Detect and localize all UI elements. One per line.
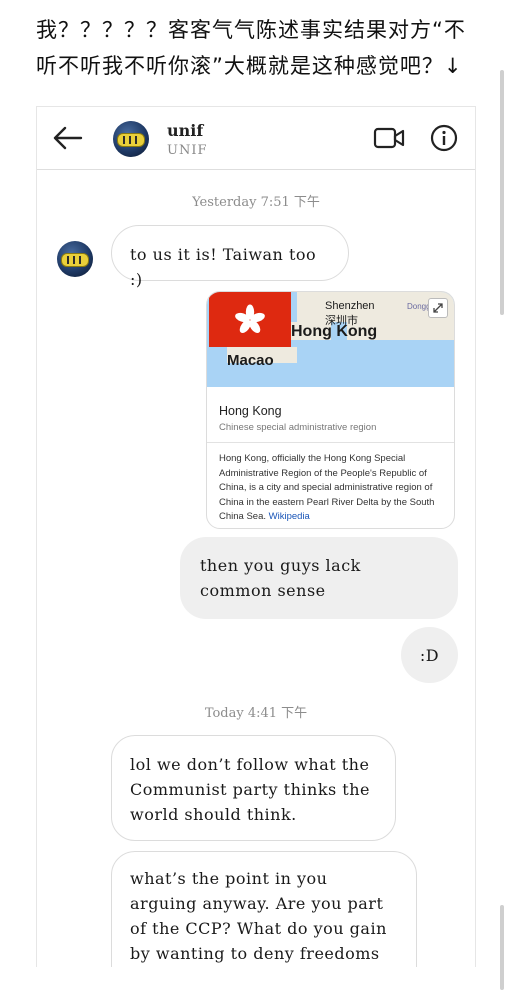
- page-scrollbar[interactable]: [500, 70, 504, 315]
- outgoing-message[interactable]: :D: [401, 627, 458, 683]
- page-scrollbar-lower[interactable]: [500, 905, 504, 990]
- wikipedia-link[interactable]: Wikipedia: [269, 511, 310, 522]
- incoming-message[interactable]: what’s the point in you arguing anyway. …: [111, 851, 417, 967]
- divider: [207, 442, 454, 443]
- map-label-shenzhen: Shenzhen: [325, 300, 375, 312]
- timestamp: Today 4:41 下午: [204, 706, 308, 721]
- sender-avatar[interactable]: [57, 241, 93, 277]
- chat-user-handle: UNIF: [167, 143, 208, 158]
- card-title[interactable]: Hong Kong: [219, 404, 282, 418]
- arrow-left-icon[interactable]: [51, 121, 85, 155]
- expand-map-icon[interactable]: [428, 298, 448, 318]
- map-preview: Shenzhen 深圳市 Dongg Hong Kong Macao: [207, 292, 454, 387]
- video-call-icon[interactable]: [373, 125, 405, 151]
- shared-link-card[interactable]: Shenzhen 深圳市 Dongg Hong Kong Macao Hong …: [206, 291, 455, 529]
- post-caption: 我？？？？？客客气气陈述事实结果对方“不 听不听我不听你滚”大概就是这种感觉吧？…: [36, 12, 486, 84]
- chat-header: unif UNIF: [37, 107, 475, 170]
- card-description: Hong Kong, officially the Hong Kong Spec…: [219, 452, 445, 525]
- incoming-message[interactable]: lol we don’t follow what the Communist p…: [111, 735, 396, 841]
- dm-screenshot: unif UNIF Yesterday 7:51 下午 to us it is!…: [36, 106, 476, 967]
- info-icon[interactable]: [430, 124, 458, 152]
- avatar[interactable]: [113, 121, 149, 157]
- card-subtitle: Chinese special administrative region: [219, 422, 377, 433]
- map-label-macao: Macao: [227, 352, 274, 369]
- card-description-text: Hong Kong, officially the Hong Kong Spec…: [219, 453, 435, 522]
- map-label-hong-kong: Hong Kong: [291, 323, 378, 340]
- timestamp: Yesterday 7:51 下午: [192, 195, 320, 210]
- chat-username[interactable]: unif: [167, 121, 203, 140]
- caption-line-1: 我？？？？？客客气气陈述事实结果对方“不: [36, 18, 466, 42]
- outgoing-message[interactable]: then you guys lack common sense: [180, 537, 458, 619]
- hong-kong-flag-icon: [209, 292, 291, 347]
- incoming-message[interactable]: to us it is! Taiwan too :): [111, 225, 349, 289]
- caption-line-2: 听不听我不听你滚”大概就是这种感觉吧？↓: [36, 54, 463, 78]
